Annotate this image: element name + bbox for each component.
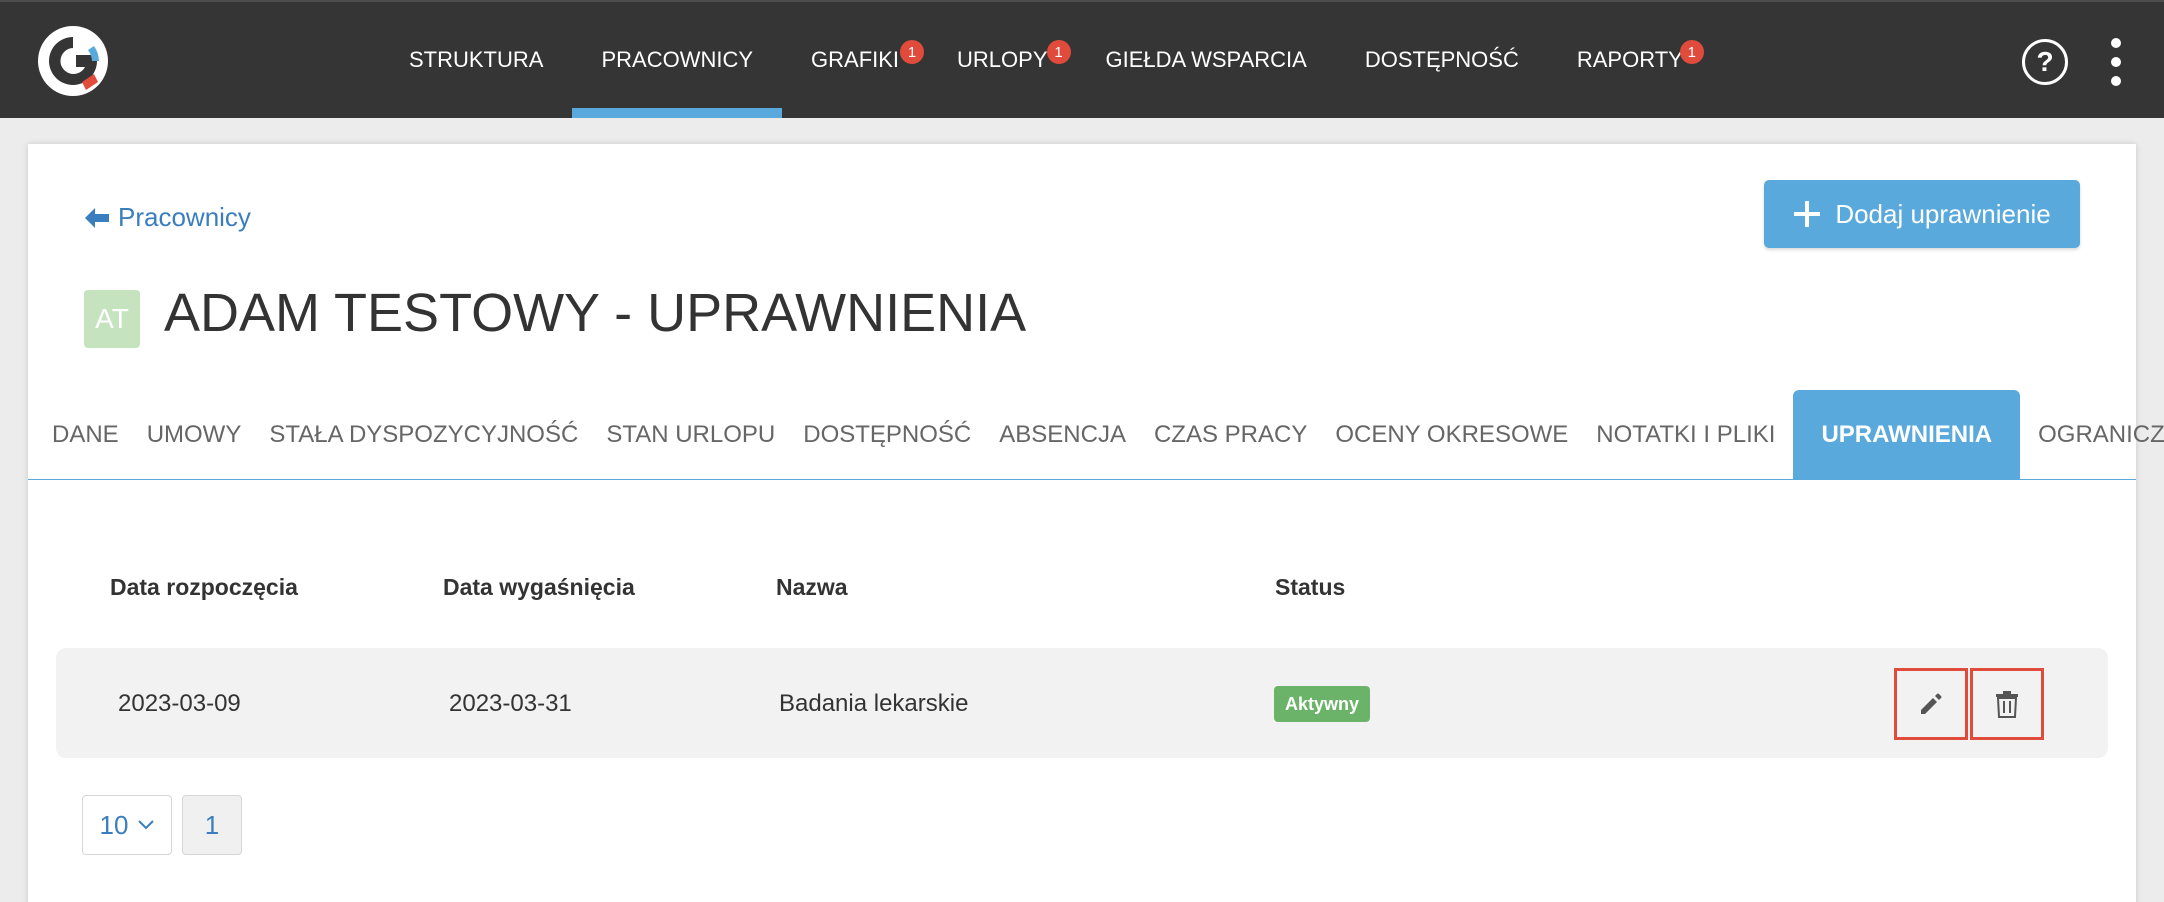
page-size-value: 10	[99, 809, 129, 840]
tab-czas-pracy[interactable]: CZAS PRACY	[1142, 390, 1319, 479]
page-title: ADAM TESTOWY - UPRAWNIENIA	[164, 283, 1027, 343]
nav-item-label: URLOPY	[957, 47, 1048, 72]
nav-item-label: RAPORTY	[1576, 47, 1683, 72]
nav-item-pracownicy[interactable]: PRACOWNICY	[572, 2, 782, 118]
tab-stala-dyspozycyjnosc[interactable]: STAŁA DYSPOZYCYJNOŚĆ	[257, 390, 590, 479]
question-circle-icon: ?	[2036, 46, 2054, 77]
page-size-select[interactable]: 10	[82, 795, 172, 855]
column-header-start-date[interactable]: Data rozpoczęcia	[110, 574, 298, 601]
trash-icon	[1996, 691, 2018, 718]
status-badge: Aktywny	[1274, 686, 1371, 722]
nav-item-label: DOSTĘPNOŚĆ	[1364, 47, 1519, 72]
notification-badge: 1	[900, 40, 925, 64]
nav-item-dostepnosc[interactable]: DOSTĘPNOŚĆ	[1336, 2, 1548, 118]
app-logo-icon[interactable]	[36, 24, 110, 98]
cell-name: Badania lekarskie	[779, 690, 969, 717]
tab-oceny-okresowe[interactable]: OCENY OKRESOWE	[1323, 390, 1580, 479]
nav-item-raporty[interactable]: RAPORTY 1	[1548, 2, 1712, 118]
tab-dostepnosc[interactable]: DOSTĘPNOŚĆ	[791, 390, 983, 479]
help-button[interactable]: ?	[2022, 39, 2068, 85]
edit-button[interactable]	[1894, 668, 1968, 740]
avatar: AT	[84, 290, 140, 348]
notification-badge: 1	[1046, 40, 1071, 64]
nav-item-struktura[interactable]: STRUKTURA	[380, 2, 572, 118]
dots-vertical-icon[interactable]	[2106, 38, 2126, 86]
column-header-name[interactable]: Nazwa	[776, 574, 848, 601]
main-nav: STRUKTURA PRACOWNICY GRAFIKI 1 URLOPY 1 …	[380, 2, 1712, 118]
cell-start-date: 2023-03-09	[118, 690, 241, 717]
tab-dane[interactable]: DANE	[30, 390, 131, 479]
top-navbar: STRUKTURA PRACOWNICY GRAFIKI 1 URLOPY 1 …	[0, 0, 2164, 118]
column-header-end-date[interactable]: Data wygaśnięcia	[443, 574, 635, 601]
notification-badge: 1	[1679, 40, 1704, 64]
main-card: Pracownicy Dodaj uprawnienie AT ADAM TES…	[28, 144, 2164, 902]
column-header-status[interactable]: Status	[1275, 574, 1345, 601]
nav-item-label: STRUKTURA	[409, 47, 544, 72]
plus-icon	[1794, 201, 1821, 227]
delete-button[interactable]	[1970, 668, 2044, 740]
nav-item-gielda-wsparcia[interactable]: GIEŁDA WSPARCIA	[1077, 2, 1336, 118]
back-link-label: Pracownicy	[118, 202, 251, 232]
tab-umowy[interactable]: UMOWY	[135, 390, 254, 479]
tab-absencja[interactable]: ABSENCJA	[987, 390, 1138, 479]
nav-item-grafiki[interactable]: GRAFIKI 1	[782, 2, 928, 118]
tab-ograniczenia[interactable]: OGRANICZENIA	[2026, 390, 2164, 479]
pagination-page-1[interactable]: 1	[182, 795, 242, 855]
nav-item-urlopy[interactable]: URLOPY 1	[928, 2, 1076, 118]
nav-item-label: GRAFIKI	[811, 47, 900, 72]
add-permission-button[interactable]: Dodaj uprawnienie	[1764, 180, 2080, 248]
back-link[interactable]: Pracownicy	[84, 202, 251, 233]
tab-uprawnienia[interactable]: UPRAWNIENIA	[1793, 390, 2021, 479]
tab-notatki-i-pliki[interactable]: NOTATKI I PLIKI	[1584, 390, 1787, 479]
chevron-down-icon	[138, 820, 155, 830]
add-permission-label: Dodaj uprawnienie	[1835, 198, 2051, 229]
employee-tabs: DANE UMOWY STAŁA DYSPOZYCYJNOŚĆ STAN URL…	[28, 390, 2164, 480]
cell-end-date: 2023-03-31	[449, 690, 572, 717]
tab-stan-urlopu[interactable]: STAN URLOPU	[594, 390, 787, 479]
pencil-icon	[1921, 693, 1942, 714]
arrow-left-icon	[85, 207, 109, 228]
nav-item-label: PRACOWNICY	[601, 47, 754, 72]
table-row: 2023-03-09 2023-03-31 Badania lekarskie …	[56, 648, 2108, 758]
nav-item-label: GIEŁDA WSPARCIA	[1105, 47, 1307, 72]
